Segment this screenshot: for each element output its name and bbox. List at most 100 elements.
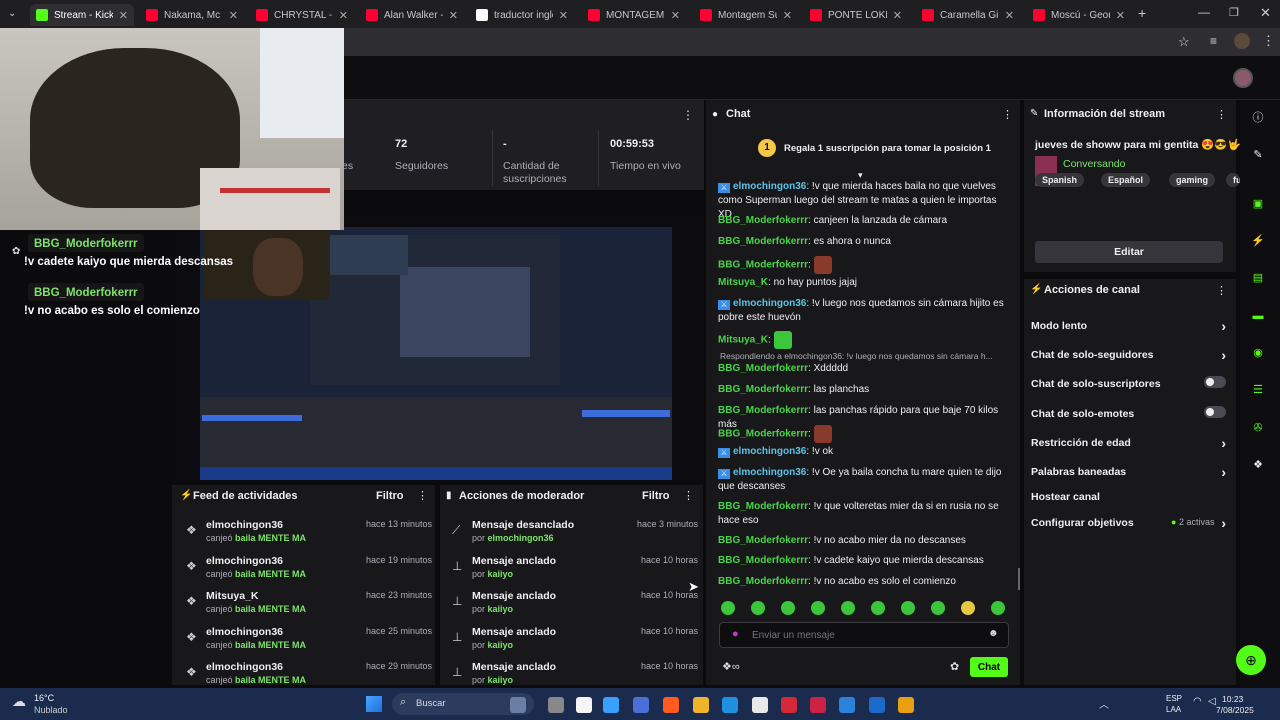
feed-menu-icon[interactable]: ⋮ [417, 489, 428, 502]
emotes-only-toggle[interactable] [1204, 406, 1226, 418]
browser-tab[interactable]: Nakama, Mc Sta ✕ [140, 4, 244, 26]
camera-icon[interactable]: ▣ [1250, 196, 1266, 212]
stream-tag[interactable]: Español [1101, 173, 1151, 187]
stats-menu-icon[interactable]: ⋮ [682, 108, 694, 122]
chat-input-wrap[interactable]: ● ☻ [719, 622, 1009, 648]
stream-tag[interactable]: funn [1226, 173, 1240, 187]
chat-send-button[interactable]: Chat [970, 657, 1008, 677]
subs-only-toggle[interactable] [1204, 376, 1226, 388]
taskbar-app-icon[interactable] [752, 697, 768, 713]
host-channel[interactable]: Hostear canal [1031, 491, 1226, 503]
tab-close-icon[interactable]: ✕ [1005, 9, 1014, 22]
chat-username[interactable]: BBG_Moderfokerrr [718, 555, 808, 566]
taskbar-app-icon[interactable] [722, 697, 738, 713]
browser-tab[interactable]: Stream - Kick Da ✕ [30, 4, 134, 26]
taskbar-app-icon[interactable] [898, 697, 914, 713]
bookmark-star-icon[interactable]: ☆ [1178, 34, 1190, 50]
chat-username[interactable]: elmochingon36 [733, 446, 806, 457]
chat-username[interactable]: BBG_Moderfokerrr [718, 501, 808, 512]
age-restriction[interactable]: Restricción de edad › [1031, 435, 1226, 451]
tab-close-icon[interactable]: ✕ [559, 9, 568, 22]
chat-username[interactable]: BBG_Moderfokerrr [718, 429, 808, 440]
tab-close-icon[interactable]: ✕ [1116, 9, 1125, 22]
feed-filter-button[interactable]: Filtro [376, 490, 404, 502]
tab-close-icon[interactable]: ✕ [671, 9, 680, 22]
emote-button[interactable] [751, 601, 765, 615]
feed-item[interactable]: ❖ elmochingon36 canjeó baila MENTE MA hace … [182, 555, 432, 587]
chat-rail-icon[interactable]: ▬ [1250, 308, 1266, 324]
wrench-icon[interactable]: ✇ [1250, 420, 1266, 436]
emote-button[interactable] [871, 601, 885, 615]
emote-button[interactable] [991, 601, 1005, 615]
chat-message[interactable]: ⚔ elmochingon36: !v ok [718, 445, 1008, 459]
chat-username[interactable]: BBG_Moderfokerrr [718, 405, 808, 416]
chat-message[interactable]: BBG_Moderfokerrr: Xddddd [718, 362, 1008, 376]
tab-list-chevron-icon[interactable]: ⌄ [8, 8, 16, 19]
chat-username[interactable]: Mitsuya_K [718, 335, 768, 346]
chat-username[interactable]: BBG_Moderfokerrr [718, 363, 808, 374]
chat-message[interactable]: BBG_Moderfokerrr: es ahora o nunca [718, 235, 1008, 249]
mod-item[interactable]: ⊥ Mensaje anclado por kaiiyo hace 10 horas [448, 626, 698, 658]
chat-message[interactable]: BBG_Moderfokerrr: !v no acabo mier da no… [718, 534, 1008, 548]
tab-close-icon[interactable]: ✕ [893, 9, 902, 22]
tab-close-icon[interactable]: ✕ [783, 9, 792, 22]
chat-message[interactable]: BBG_Moderfokerrr: las planchas [718, 383, 1008, 397]
lang-top[interactable]: ESP [1166, 694, 1182, 703]
list-icon[interactable]: ☰ [1250, 382, 1266, 398]
mod-menu-icon[interactable]: ⋮ [683, 489, 694, 502]
mod-item[interactable]: ⊥ Mensaje anclado por kaiiyo hace 10 horas [448, 555, 698, 587]
browser-tab[interactable]: traductor ingles ✕ [470, 4, 574, 26]
stream-tag[interactable]: gaming [1169, 173, 1216, 187]
chat-message[interactable]: Mitsuya_K: [718, 331, 1008, 349]
emotes-only-chat[interactable]: Chat de solo-emotes [1031, 406, 1226, 420]
nodes-icon[interactable]: ❖ [1250, 457, 1266, 473]
emoji-icon[interactable]: ☻ [988, 628, 999, 639]
browser-tab[interactable]: Moscú - Georgie ✕ [1027, 4, 1131, 26]
info-menu-icon[interactable]: ⋮ [1216, 108, 1227, 121]
chat-settings-icon[interactable]: ✿ [950, 660, 959, 673]
weather-icon[interactable]: ☁ [12, 693, 26, 710]
edit-icon[interactable]: ✎ [1250, 147, 1266, 163]
chat-message[interactable]: Mitsuya_K: no hay puntos jajaj [718, 276, 1008, 290]
mod-item[interactable]: ⟋ Mensaje desanclado por elmochingon36 hace… [448, 519, 698, 551]
chat-message[interactable]: BBG_Moderfokerrr: !v no acabo es solo el… [718, 575, 1008, 589]
clock-date[interactable]: 7/08/2025 [1216, 705, 1254, 715]
emote-button[interactable] [931, 601, 945, 615]
emote-button[interactable] [811, 601, 825, 615]
chat-message[interactable]: BBG_Moderfokerrr: !v que volteretas mier… [718, 500, 1008, 528]
emote-button[interactable] [721, 601, 735, 615]
user-avatar[interactable] [1233, 68, 1253, 88]
chat-username[interactable]: elmochingon36 [733, 181, 806, 192]
tab-close-icon[interactable]: ✕ [119, 9, 128, 22]
taskbar-app-icon[interactable] [810, 697, 826, 713]
taskbar-app-icon[interactable] [633, 697, 649, 713]
support-button[interactable]: ⊕ [1236, 645, 1266, 675]
category-name[interactable]: Conversando [1063, 158, 1125, 170]
emote-button[interactable] [841, 601, 855, 615]
chat-menu-icon[interactable]: ⋮ [1002, 108, 1013, 121]
new-tab-icon[interactable]: + [1138, 5, 1146, 21]
chat-scrollbar[interactable] [1018, 568, 1020, 590]
slow-mode[interactable]: Modo lento › [1031, 318, 1226, 334]
taskbar-app-icon[interactable] [663, 697, 679, 713]
chat-username[interactable]: elmochingon36 [733, 298, 806, 309]
tab-close-icon[interactable]: ✕ [339, 9, 348, 22]
chat-username[interactable]: BBG_Moderfokerrr [718, 215, 808, 226]
tray-chevron-icon[interactable]: ︿ [1099, 696, 1109, 711]
points-icon[interactable]: ❖∞ [722, 660, 740, 673]
chat-message[interactable]: ⚔ elmochingon36: !v Oe ya baila concha tu… [718, 466, 1008, 494]
clock-time[interactable]: 10:23 [1222, 694, 1243, 704]
chat-input[interactable] [752, 627, 972, 643]
subs-only-chat[interactable]: Chat de solo-suscriptores [1031, 376, 1226, 390]
browser-tab[interactable]: MONTAGEM XO ✕ [582, 4, 686, 26]
chat-username[interactable]: BBG_Moderfokerrr [718, 260, 808, 271]
wifi-icon[interactable]: ◠ [1193, 696, 1202, 707]
volume-icon[interactable]: ◁ [1208, 696, 1216, 707]
browser-tab[interactable]: Alan Walker - Sin ✕ [360, 4, 464, 26]
feed-item[interactable]: ❖ elmochingon36 canjeó baila MENTE MA hace … [182, 626, 432, 658]
broadcast-icon[interactable]: ◉ [1250, 345, 1266, 361]
mod-item[interactable]: ⊥ Mensaje anclado por kaiiyo hace 10 horas [448, 590, 698, 622]
chat-username[interactable]: elmochingon36 [733, 467, 806, 478]
browser-menu-icon[interactable]: ⋮ [1262, 33, 1275, 49]
settings-gear-icon[interactable]: ✿ [12, 246, 20, 257]
